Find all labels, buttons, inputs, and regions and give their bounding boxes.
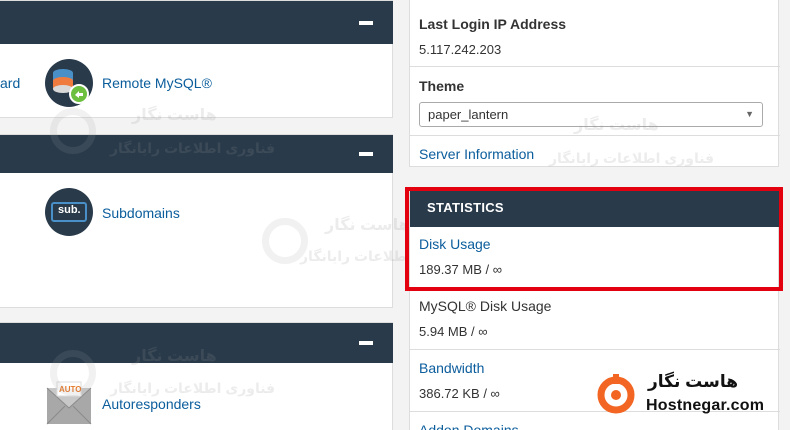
watermark-title: هاست نگار	[325, 217, 410, 234]
autoresponders-link[interactable]: Autoresponders	[102, 396, 201, 412]
theme-label: Theme	[419, 78, 465, 94]
divider	[410, 66, 780, 67]
brand-name-en: Hostnegar.com	[646, 397, 765, 414]
database-icon	[53, 69, 89, 104]
theme-select-value: paper_lantern	[428, 107, 509, 122]
subdomains-icon[interactable]: sub.	[45, 188, 93, 236]
watermark-subtitle: فناوری اطلاعات رایانگار	[110, 140, 276, 156]
watermark-logo	[50, 108, 96, 154]
divider	[410, 349, 780, 350]
panel-header	[0, 1, 393, 44]
remote-mysql-icon[interactable]	[45, 59, 93, 107]
hostnegar-logo-icon	[597, 374, 635, 414]
mysql-disk-usage-label: MySQL® Disk Usage	[419, 298, 552, 314]
last-login-value: 5.117.242.203	[419, 42, 502, 57]
brand-name-fa: هاست نگار	[648, 372, 739, 391]
brand-logo: هاست نگار Hostnegar.com	[590, 370, 785, 425]
collapse-icon[interactable]	[359, 21, 373, 25]
collapse-icon[interactable]	[359, 341, 373, 345]
subdomains-link[interactable]: Subdomains	[102, 205, 180, 221]
subdomains-icon-text: sub.	[58, 204, 81, 216]
watermark-subtitle: فناوری اطلاعات رایانگار	[549, 150, 715, 166]
watermark-title: هاست نگار	[574, 117, 659, 134]
watermark-subtitle: فناوری اطلاعات رایانگار	[110, 380, 276, 396]
watermark-title: هاست نگار	[132, 348, 217, 365]
addon-domains-link[interactable]: Addon Domains	[419, 422, 519, 430]
server-info-link[interactable]: Server Information	[419, 146, 534, 162]
chevron-down-icon: ▼	[745, 109, 754, 119]
statistics-highlight	[405, 187, 783, 291]
collapse-icon[interactable]	[359, 152, 373, 156]
general-info-panel: Last Login IP Address 5.117.242.203 Them…	[409, 0, 780, 167]
mysql-disk-usage-value: 5.94 MB / ∞	[419, 324, 488, 339]
bandwidth-link[interactable]: Bandwidth	[419, 360, 484, 376]
bandwidth-value: 386.72 KB / ∞	[419, 386, 500, 401]
tools-panel-1: ard Remote MySQL®	[0, 0, 393, 118]
watermark-logo	[50, 350, 96, 396]
watermark-title: هاست نگار	[132, 107, 217, 124]
divider	[410, 135, 780, 136]
last-login-label: Last Login IP Address	[419, 16, 567, 32]
partial-tool-link[interactable]: ard	[0, 75, 20, 91]
remote-mysql-link[interactable]: Remote MySQL®	[102, 75, 212, 91]
